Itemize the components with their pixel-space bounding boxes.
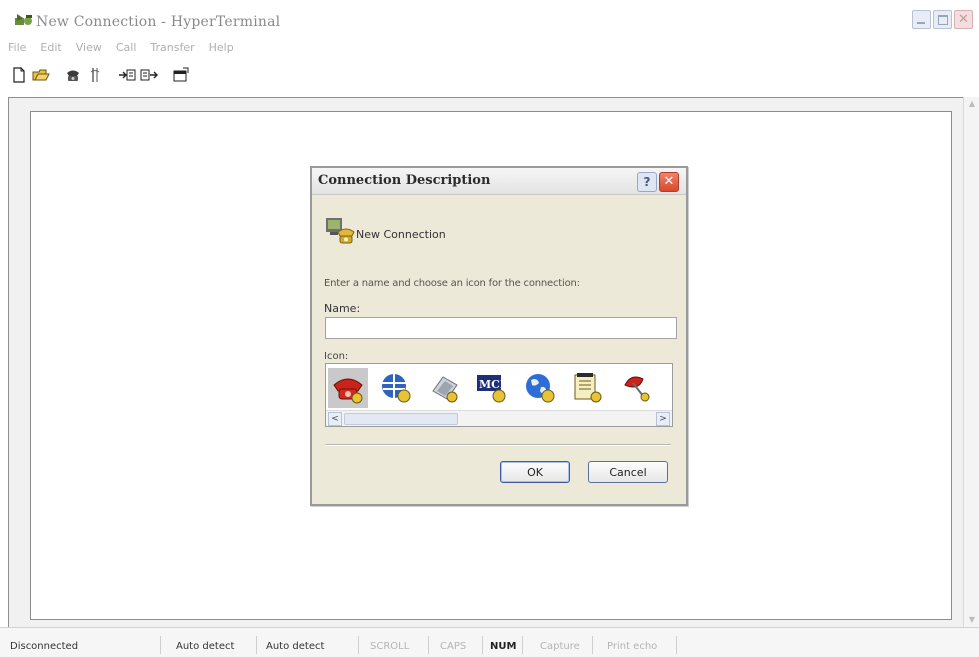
maximize-icon bbox=[938, 15, 948, 25]
disconnect-icon bbox=[90, 68, 100, 82]
scroll-up-icon[interactable]: ▲ bbox=[964, 97, 979, 111]
menu-view[interactable]: View bbox=[76, 41, 102, 57]
status-print-echo: Print echo bbox=[607, 641, 658, 652]
status-caps: CAPS bbox=[440, 641, 467, 652]
minimize-button[interactable] bbox=[912, 10, 931, 29]
status-bar: Disconnected Auto detect Auto detect SCR… bbox=[0, 627, 979, 657]
new-document-button[interactable] bbox=[10, 66, 28, 84]
hyperterminal-phone-icon bbox=[14, 12, 34, 28]
receive-icon bbox=[140, 69, 158, 81]
blue-globe-icon bbox=[526, 374, 555, 403]
window-title: New Connection - HyperTerminal bbox=[36, 14, 281, 30]
red-satellite-icon bbox=[624, 376, 650, 402]
ok-button[interactable]: OK bbox=[500, 461, 570, 483]
red-phone-icon bbox=[333, 378, 363, 404]
mci-icon: MCI bbox=[477, 375, 506, 403]
name-input[interactable] bbox=[325, 317, 677, 339]
dialog-title-bar: Connection Description ? ✕ bbox=[312, 168, 686, 195]
send-icon bbox=[119, 69, 136, 81]
menu-file[interactable]: File bbox=[8, 41, 26, 57]
scroll-down-icon[interactable]: ▼ bbox=[964, 613, 979, 627]
minimize-icon bbox=[917, 22, 925, 24]
close-window-button[interactable]: ✕ bbox=[954, 10, 973, 29]
dialog-title: Connection Description bbox=[318, 173, 491, 188]
name-label: Name: bbox=[324, 302, 361, 315]
connect-phone-icon bbox=[67, 70, 79, 81]
icon-option-red-satellite[interactable] bbox=[616, 368, 656, 408]
open-button[interactable] bbox=[32, 66, 50, 84]
help-button[interactable]: ? bbox=[637, 172, 657, 192]
disconnect-button[interactable] bbox=[86, 66, 104, 84]
new-document-icon bbox=[13, 67, 25, 83]
properties-icon bbox=[173, 67, 189, 82]
icon-horizontal-scrollbar[interactable]: < > bbox=[326, 410, 672, 426]
globe-modem-icon bbox=[382, 374, 411, 403]
icon-option-red-phone[interactable] bbox=[328, 368, 368, 408]
svg-text:MCI: MCI bbox=[479, 378, 505, 391]
menu-bar: File Edit View Call Transfer Help bbox=[8, 41, 234, 57]
toolbar bbox=[10, 65, 194, 85]
menu-transfer[interactable]: Transfer bbox=[150, 41, 194, 57]
status-capture: Capture bbox=[540, 641, 580, 652]
connection-description-dialog: Connection Description ? ✕ New Connectio… bbox=[310, 166, 688, 506]
close-icon: ✕ bbox=[958, 12, 969, 27]
dialog-divider bbox=[325, 444, 671, 446]
properties-button[interactable] bbox=[172, 66, 190, 84]
status-scroll: SCROLL bbox=[370, 641, 410, 652]
send-button[interactable] bbox=[118, 66, 136, 84]
icon-option-mci[interactable]: MCI bbox=[472, 368, 512, 408]
icon-option-blue-globe[interactable] bbox=[520, 368, 560, 408]
icon-option-fax-phone[interactable] bbox=[424, 368, 464, 408]
new-connection-icon bbox=[324, 214, 356, 246]
fax-phone-icon bbox=[432, 376, 458, 403]
icon-option-notepad[interactable] bbox=[568, 368, 608, 408]
menu-edit[interactable]: Edit bbox=[40, 41, 61, 57]
title-bar: New Connection - HyperTerminal ✕ bbox=[0, 0, 979, 36]
receive-button[interactable] bbox=[140, 66, 158, 84]
scroll-right-icon[interactable]: > bbox=[656, 412, 670, 426]
scroll-left-icon[interactable]: < bbox=[328, 412, 342, 426]
status-detect-2: Auto detect bbox=[266, 641, 325, 652]
connection-name-label: New Connection bbox=[356, 228, 446, 241]
cancel-button[interactable]: Cancel bbox=[588, 461, 668, 483]
menu-help[interactable]: Help bbox=[209, 41, 234, 57]
dialog-close-button[interactable]: ✕ bbox=[659, 172, 679, 192]
icon-label: Icon: bbox=[324, 351, 349, 362]
maximize-button[interactable] bbox=[933, 10, 952, 29]
scroll-thumb[interactable] bbox=[344, 413, 458, 425]
icon-list: MCI < > bbox=[325, 363, 673, 427]
open-folder-icon bbox=[32, 69, 50, 81]
notepad-icon bbox=[574, 373, 602, 403]
vertical-scrollbar[interactable]: ▲ ▼ bbox=[963, 97, 979, 627]
instruction-text: Enter a name and choose an icon for the … bbox=[324, 278, 580, 289]
status-num: NUM bbox=[490, 641, 517, 652]
icon-option-globe-modem[interactable] bbox=[376, 368, 416, 408]
menu-call[interactable]: Call bbox=[116, 41, 137, 57]
status-connection: Disconnected bbox=[10, 641, 79, 652]
status-detect-1: Auto detect bbox=[176, 641, 235, 652]
call-button[interactable] bbox=[64, 66, 82, 84]
